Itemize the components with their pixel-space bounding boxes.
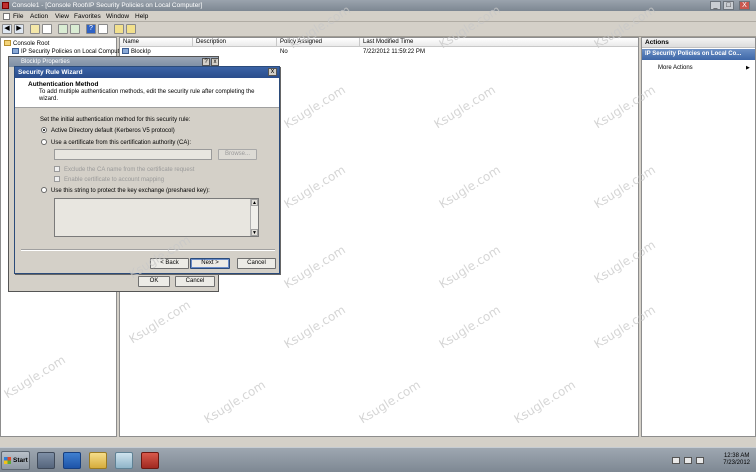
column-description[interactable]: Description xyxy=(193,38,277,47)
certificate-authority-field[interactable] xyxy=(54,149,212,160)
menu-help[interactable]: Help xyxy=(135,11,148,22)
wizard-next-button[interactable]: Next > xyxy=(190,258,230,269)
close-button[interactable]: X xyxy=(739,1,750,10)
properties-close-button[interactable]: x xyxy=(211,58,219,66)
wizard-title: Security Rule Wizard xyxy=(15,67,279,78)
mmc-toolbox-icon[interactable] xyxy=(141,452,159,469)
start-button[interactable]: Start xyxy=(1,451,30,470)
forward-arrow-icon[interactable]: ▶ xyxy=(14,24,24,34)
maximize-button[interactable]: □ xyxy=(723,1,734,10)
system-tray: 12:38 AM 7/23/2012 xyxy=(664,448,756,472)
actions-pane: Actions IP Security Policies on Local Co… xyxy=(641,37,756,437)
exclude-ca-name-check[interactable] xyxy=(54,166,60,172)
refresh-icon[interactable] xyxy=(58,24,68,34)
clock-time: 12:38 AM xyxy=(723,453,750,459)
account-mapping-checkbox[interactable]: Enable certificate to account mapping xyxy=(54,176,164,184)
wizard-step-title: Authentication Method xyxy=(28,81,99,88)
auth-prompt: Set the initial authentication method fo… xyxy=(40,117,191,123)
properties-ok-button[interactable]: OK xyxy=(138,276,170,287)
back-arrow-icon[interactable]: ◀ xyxy=(2,24,12,34)
document-icon xyxy=(3,13,10,20)
more-actions-arrow-icon[interactable]: ▶ xyxy=(746,65,750,71)
help-icon[interactable]: ? xyxy=(86,24,96,34)
preshared-key-textarea[interactable]: ▲ ▼ xyxy=(54,198,259,237)
account-mapping-check[interactable] xyxy=(54,176,60,182)
wizard-header: Authentication Method To add multiple au… xyxy=(15,78,279,108)
row-modified: 7/22/2012 11:59:22 PM xyxy=(363,49,425,55)
wizard-close-button[interactable]: x xyxy=(268,68,277,76)
textarea-scrollbar[interactable]: ▲ ▼ xyxy=(250,199,258,236)
properties-cancel-button[interactable]: Cancel xyxy=(175,276,215,287)
manage-filter-icon[interactable] xyxy=(114,24,124,34)
show-tree-icon[interactable] xyxy=(42,24,52,34)
wizard-cancel-button[interactable]: Cancel xyxy=(237,258,276,269)
folder-icon xyxy=(4,40,11,46)
properties-icon[interactable] xyxy=(98,24,108,34)
explorer-folder-icon[interactable] xyxy=(89,452,107,469)
up-folder-icon[interactable] xyxy=(30,24,40,34)
security-rule-wizard: Security Rule Wizard x Authentication Me… xyxy=(14,66,280,274)
security-policy-icon xyxy=(12,48,19,54)
server-manager-icon[interactable] xyxy=(37,452,55,469)
row-assigned: No xyxy=(280,49,288,55)
row-name: BlockIp xyxy=(122,48,151,56)
actions-header: Actions xyxy=(642,38,755,48)
actions-selected-item[interactable]: IP Security Policies on Local Co... xyxy=(642,49,755,60)
toolbar: ◀ ▶ ? xyxy=(0,22,756,37)
add-policy-icon[interactable] xyxy=(126,24,136,34)
minimize-button[interactable]: _ xyxy=(710,1,721,10)
menu-action[interactable]: Action xyxy=(30,11,48,22)
windows-logo-icon xyxy=(4,457,11,464)
network-icon[interactable] xyxy=(684,457,692,464)
menu-view[interactable]: View xyxy=(55,11,69,22)
wizard-step-description: To add multiple authentication methods, … xyxy=(39,89,255,102)
radio-preshared-key[interactable] xyxy=(41,187,47,193)
clock[interactable]: 12:38 AM 7/23/2012 xyxy=(723,453,750,467)
radio-active-directory[interactable] xyxy=(41,127,47,133)
column-last-modified[interactable]: Last Modified Time xyxy=(360,38,638,47)
mmc-app-icon xyxy=(2,2,9,9)
window-title-bar[interactable]: Console1 - [Console Root\IP Security Pol… xyxy=(0,0,756,11)
menu-window[interactable]: Window xyxy=(106,11,129,22)
properties-help-button[interactable]: ? xyxy=(202,58,210,66)
export-list-icon[interactable] xyxy=(70,24,80,34)
exclude-ca-name-checkbox[interactable]: Exclude the CA name from the certificate… xyxy=(54,166,194,174)
wizard-separator xyxy=(21,249,275,251)
powershell-icon[interactable] xyxy=(63,452,81,469)
clock-date: 7/23/2012 xyxy=(723,460,750,466)
menu-favorites[interactable]: Favorites xyxy=(74,11,101,22)
taskbar: Start 12:38 AM 7/23/2012 xyxy=(0,447,756,472)
menu-bar: File Action View Favorites Window Help xyxy=(0,11,756,22)
option-preshared-key[interactable]: Use this string to protect the key excha… xyxy=(41,187,210,195)
action-center-icon[interactable] xyxy=(672,457,680,464)
more-actions-link[interactable]: More Actions xyxy=(658,64,693,72)
column-name[interactable]: Name xyxy=(120,38,193,47)
policy-icon xyxy=(122,48,129,54)
window-title: Console1 - [Console Root\IP Security Pol… xyxy=(12,2,203,9)
remote-desktop-icon[interactable] xyxy=(115,452,133,469)
volume-icon[interactable] xyxy=(696,457,704,464)
column-policy-assigned[interactable]: Policy Assigned xyxy=(277,38,360,47)
option-active-directory[interactable]: Active Directory default (Kerberos V5 pr… xyxy=(41,127,175,135)
menu-file[interactable]: File xyxy=(13,11,23,22)
scroll-up-icon[interactable]: ▲ xyxy=(251,199,258,206)
tree-item-console-root[interactable]: Console Root xyxy=(4,40,49,48)
option-certificate[interactable]: Use a certificate from this certificatio… xyxy=(41,139,191,147)
browse-button[interactable]: Browse... xyxy=(218,149,257,160)
wizard-back-button[interactable]: < Back xyxy=(150,258,189,269)
tree-item-ip-security[interactable]: IP Security Policies on Local Compute xyxy=(12,48,123,56)
radio-certificate[interactable] xyxy=(41,139,47,145)
scroll-down-icon[interactable]: ▼ xyxy=(251,229,258,236)
